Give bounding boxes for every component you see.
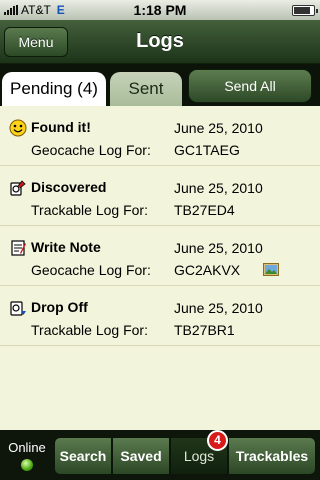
log-date: June 25, 2010 <box>174 120 263 136</box>
note-icon <box>11 240 26 256</box>
log-type: Drop Off <box>31 299 88 315</box>
log-kind: Trackable Log For: <box>31 202 148 218</box>
tab-pending[interactable]: Pending (4) <box>2 72 106 106</box>
log-code: TB27ED4 <box>174 202 235 218</box>
tab-trackables[interactable]: Trackables <box>228 437 316 475</box>
online-status[interactable]: Online <box>0 430 54 480</box>
bottom-tab-bar: Online Search Saved Logs Trackables 4 <box>0 430 320 480</box>
tab-search[interactable]: Search <box>54 437 112 475</box>
log-code: GC1TAEG <box>174 142 240 158</box>
log-date: June 25, 2010 <box>174 240 263 256</box>
log-code: GC2AKVX <box>174 262 241 278</box>
log-type: Discovered <box>31 179 107 195</box>
log-date: June 25, 2010 <box>174 180 263 196</box>
list-item[interactable]: Drop Off June 25, 2010 Trackable Log For… <box>0 286 320 346</box>
log-kind: Trackable Log For: <box>31 322 148 338</box>
page-title: Logs <box>136 30 184 52</box>
tab-sent[interactable]: Sent <box>110 72 182 106</box>
log-type: Found it! <box>31 119 91 135</box>
list-item[interactable]: Discovered June 25, 2010 Trackable Log F… <box>0 166 320 226</box>
log-type: Write Note <box>31 239 101 255</box>
send-all-button[interactable]: Send All <box>188 69 312 103</box>
list-item[interactable]: Write Note June 25, 2010 Geocache Log Fo… <box>0 226 320 286</box>
navigation-bar: Menu Logs <box>0 20 320 64</box>
drop-off-icon <box>10 301 26 316</box>
photo-attachment-icon <box>263 263 279 276</box>
log-list: Found it! June 25, 2010 Geocache Log For… <box>0 106 320 430</box>
status-time: 1:18 PM <box>133 2 187 18</box>
online-indicator-icon <box>21 459 33 471</box>
log-kind: Geocache Log For: <box>31 262 151 278</box>
log-kind: Geocache Log For: <box>31 142 151 158</box>
log-code: TB27BR1 <box>174 322 235 338</box>
battery-icon <box>292 5 318 16</box>
log-tabs: Pending (4) Sent Send All <box>0 64 320 106</box>
status-bar: AT&T E 1:18 PM <box>0 0 320 20</box>
tab-saved[interactable]: Saved <box>112 437 170 475</box>
online-label: Online <box>8 440 46 455</box>
log-date: June 25, 2010 <box>174 300 263 316</box>
smiley-icon <box>9 119 27 137</box>
logs-count-badge: 4 <box>207 430 228 451</box>
discovered-icon <box>10 180 26 196</box>
list-item[interactable]: Found it! June 25, 2010 Geocache Log For… <box>0 106 320 166</box>
